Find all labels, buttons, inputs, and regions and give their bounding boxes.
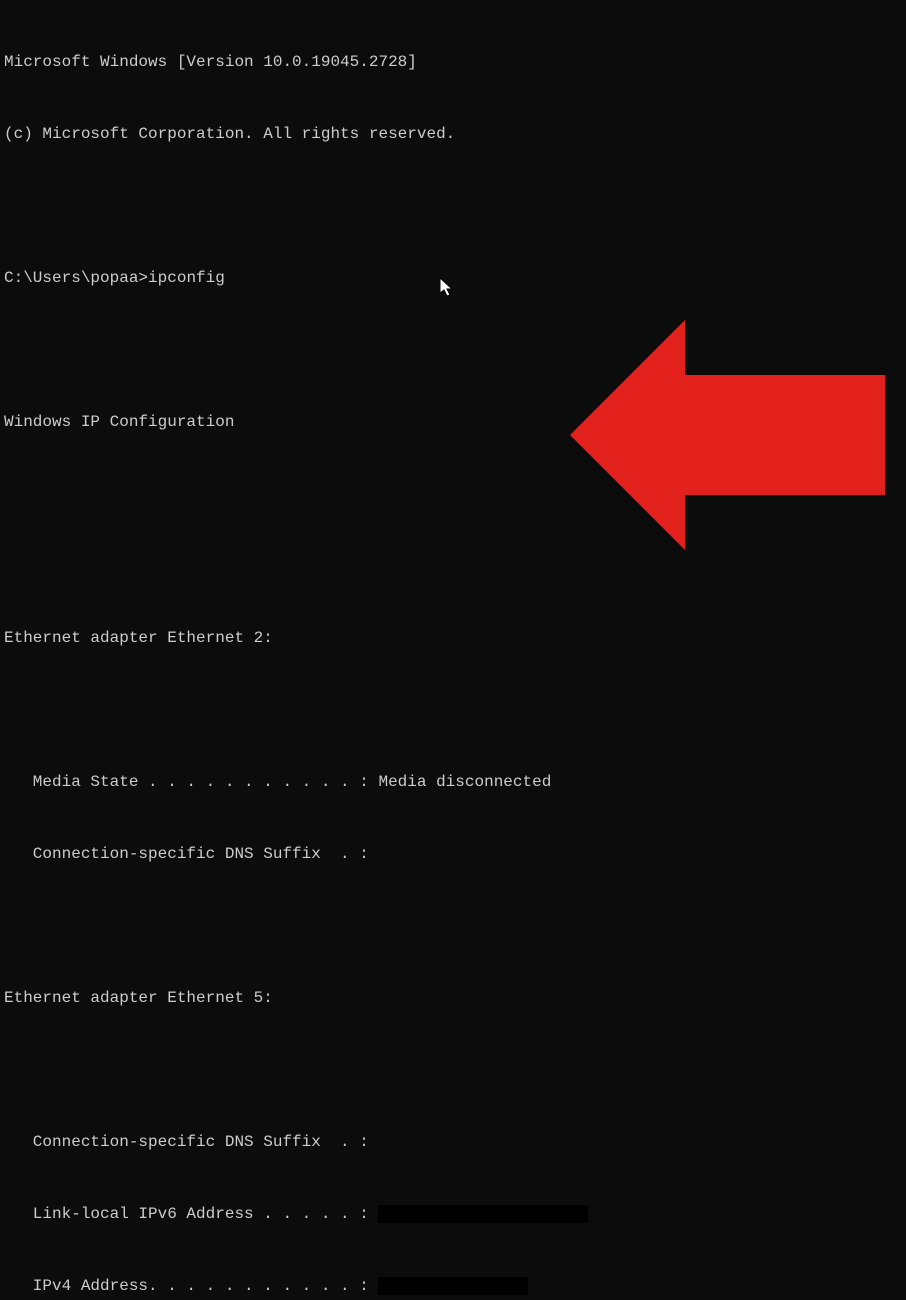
- field-label: Connection-specific DNS Suffix . :: [4, 1133, 369, 1151]
- redacted-value: [378, 1205, 588, 1223]
- command-entered: ipconfig: [148, 269, 225, 287]
- field-label: IPv4 Address. . . . . . . . . . . :: [4, 1277, 378, 1295]
- field-label: Media State . . . . . . . . . . . :: [4, 773, 378, 791]
- ipconfig-title: Windows IP Configuration: [4, 410, 902, 434]
- field-label: Link-local IPv6 Address . . . . . :: [4, 1205, 378, 1223]
- field-value: Media disconnected: [378, 773, 551, 791]
- adapter-title: Ethernet adapter Ethernet 2:: [4, 626, 902, 650]
- field-label: Connection-specific DNS Suffix . :: [4, 845, 369, 863]
- prompt-path: C:\Users\popaa>: [4, 269, 148, 287]
- version-line: Microsoft Windows [Version 10.0.19045.27…: [4, 50, 902, 74]
- redacted-value: [378, 1277, 528, 1295]
- adapter-title: Ethernet adapter Ethernet 5:: [4, 986, 902, 1010]
- copyright-line: (c) Microsoft Corporation. All rights re…: [4, 122, 902, 146]
- terminal-output[interactable]: Microsoft Windows [Version 10.0.19045.27…: [4, 2, 902, 1300]
